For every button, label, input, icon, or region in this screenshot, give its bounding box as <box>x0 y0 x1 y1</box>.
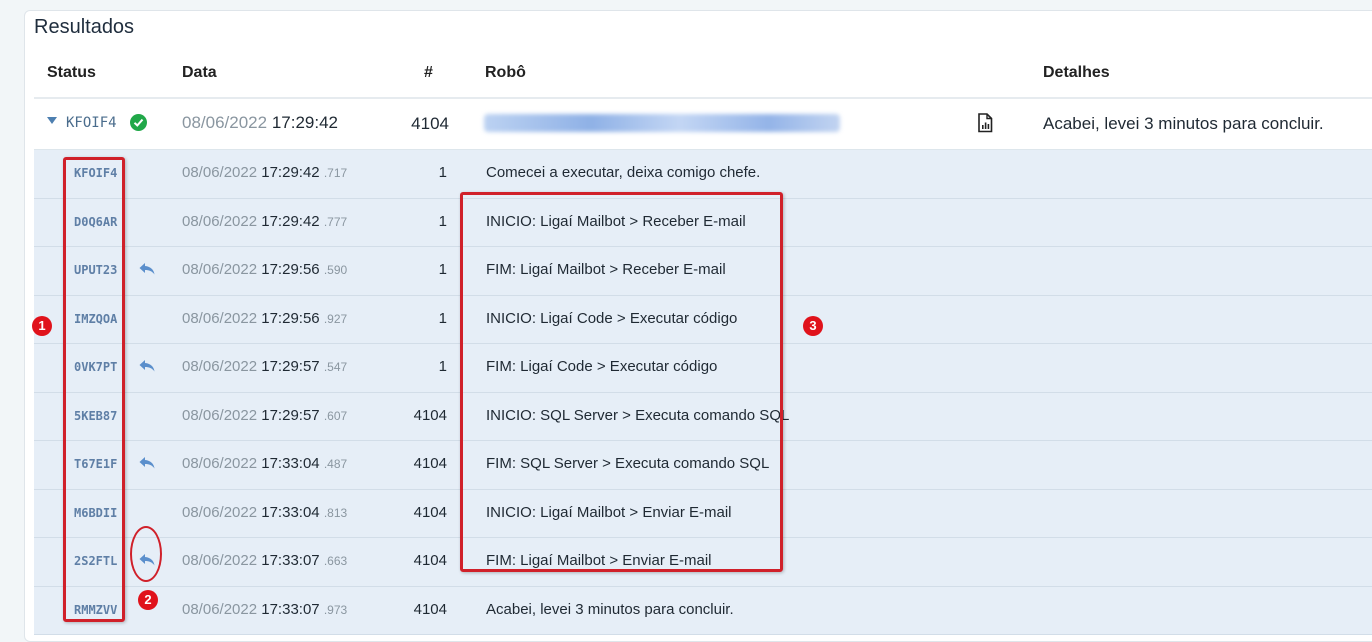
log-date: 08/06/2022 17:29:56 .590 <box>182 261 347 278</box>
log-date-time: 17:29:56 <box>261 261 320 278</box>
annotation-marker-1: 1 <box>32 316 52 336</box>
execution-number: 4104 <box>411 114 449 133</box>
log-number: 1 <box>438 309 447 327</box>
execution-date-time: 17:29:42 <box>271 113 339 132</box>
log-date-day: 08/06/2022 <box>182 164 258 181</box>
log-date-time: 17:29:56 <box>261 309 320 327</box>
log-date: 08/06/2022 17:29:57 .607 <box>182 407 347 424</box>
highlight-oval-reply <box>130 526 162 582</box>
log-date: 08/06/2022 17:29:57 .547 <box>182 358 347 375</box>
annotation-marker-2: 2 <box>138 590 158 610</box>
log-number: 4104 <box>413 600 447 618</box>
log-date-ms: .927 <box>323 311 348 326</box>
log-date-ms: .607 <box>323 408 348 423</box>
log-message: Acabei, levei 3 minutos para concluir. <box>486 600 734 618</box>
log-number: 4104 <box>413 406 447 424</box>
log-date-time: 17:33:07 <box>261 552 320 569</box>
log-date-time: 17:29:42 <box>261 164 320 181</box>
log-number: 4104 <box>413 503 447 521</box>
log-number: 4104 <box>413 552 447 569</box>
annotation-marker-3: 3 <box>803 316 823 336</box>
execution-date: 08/06/2022 17:29:42 <box>182 113 338 133</box>
log-date-time: 17:33:04 <box>261 455 320 472</box>
execution-details: Acabei, levei 3 minutos para concluir. <box>1043 114 1324 133</box>
log-date: 08/06/2022 17:33:07 .973 <box>182 601 347 618</box>
column-header-detalhes[interactable]: Detalhes <box>1043 64 1110 82</box>
robot-name-blurred[interactable] <box>484 114 840 132</box>
highlight-box-messages <box>460 192 783 572</box>
log-date-ms: .973 <box>323 602 348 617</box>
column-header-status[interactable]: Status <box>47 64 96 82</box>
log-date-ms: .777 <box>323 214 348 229</box>
log-date-day: 08/06/2022 <box>182 309 258 327</box>
log-number: 4104 <box>413 455 447 472</box>
log-date-ms: .590 <box>323 263 348 277</box>
log-date: 08/06/2022 17:29:56 .927 <box>182 310 347 327</box>
log-date-ms: .813 <box>323 505 348 520</box>
column-header-number[interactable]: # <box>424 64 433 82</box>
log-date-ms: .547 <box>323 360 348 374</box>
column-header-robo[interactable]: Robô <box>485 64 526 82</box>
report-document-icon[interactable] <box>977 113 993 138</box>
log-date-time: 17:33:04 <box>261 503 320 521</box>
expand-caret-icon[interactable] <box>47 117 57 124</box>
execution-date-day: 08/06/2022 <box>182 113 268 132</box>
execution-code[interactable]: KFOIF4 <box>66 115 117 131</box>
log-date-time: 17:29:57 <box>261 406 320 424</box>
log-date-time: 17:29:42 <box>261 212 320 230</box>
log-date-ms: .487 <box>323 457 348 471</box>
log-date: 08/06/2022 17:33:04 .813 <box>182 504 347 521</box>
log-number: 1 <box>438 358 447 375</box>
column-header-data[interactable]: Data <box>182 64 217 82</box>
log-date-day: 08/06/2022 <box>182 212 258 230</box>
log-date-ms: .717 <box>323 166 348 180</box>
log-date-day: 08/06/2022 <box>182 261 258 278</box>
log-date-day: 08/06/2022 <box>182 503 258 521</box>
log-date-time: 17:29:57 <box>261 358 320 375</box>
log-number: 1 <box>438 212 447 230</box>
log-number: 1 <box>438 261 447 278</box>
reply-arrow-icon[interactable] <box>138 262 156 281</box>
log-date: 08/06/2022 17:33:07 .663 <box>182 552 347 569</box>
reply-arrow-icon[interactable] <box>138 359 156 378</box>
log-message: Comecei a executar, deixa comigo chefe. <box>486 164 761 181</box>
check-circle-icon <box>130 114 147 131</box>
log-date-ms: .663 <box>323 554 348 568</box>
section-title: Resultados <box>34 16 135 38</box>
log-date-day: 08/06/2022 <box>182 455 258 472</box>
log-date: 08/06/2022 17:29:42 .777 <box>182 213 347 230</box>
log-date-time: 17:33:07 <box>261 600 320 618</box>
log-number: 1 <box>438 164 447 181</box>
log-date: 08/06/2022 17:33:04 .487 <box>182 455 347 472</box>
reply-arrow-icon[interactable] <box>138 456 156 475</box>
log-date-day: 08/06/2022 <box>182 358 258 375</box>
log-date: 08/06/2022 17:29:42 .717 <box>182 164 347 181</box>
log-date-day: 08/06/2022 <box>182 600 258 618</box>
log-date-day: 08/06/2022 <box>182 406 258 424</box>
log-date-day: 08/06/2022 <box>182 552 258 569</box>
highlight-box-codes <box>63 157 125 622</box>
